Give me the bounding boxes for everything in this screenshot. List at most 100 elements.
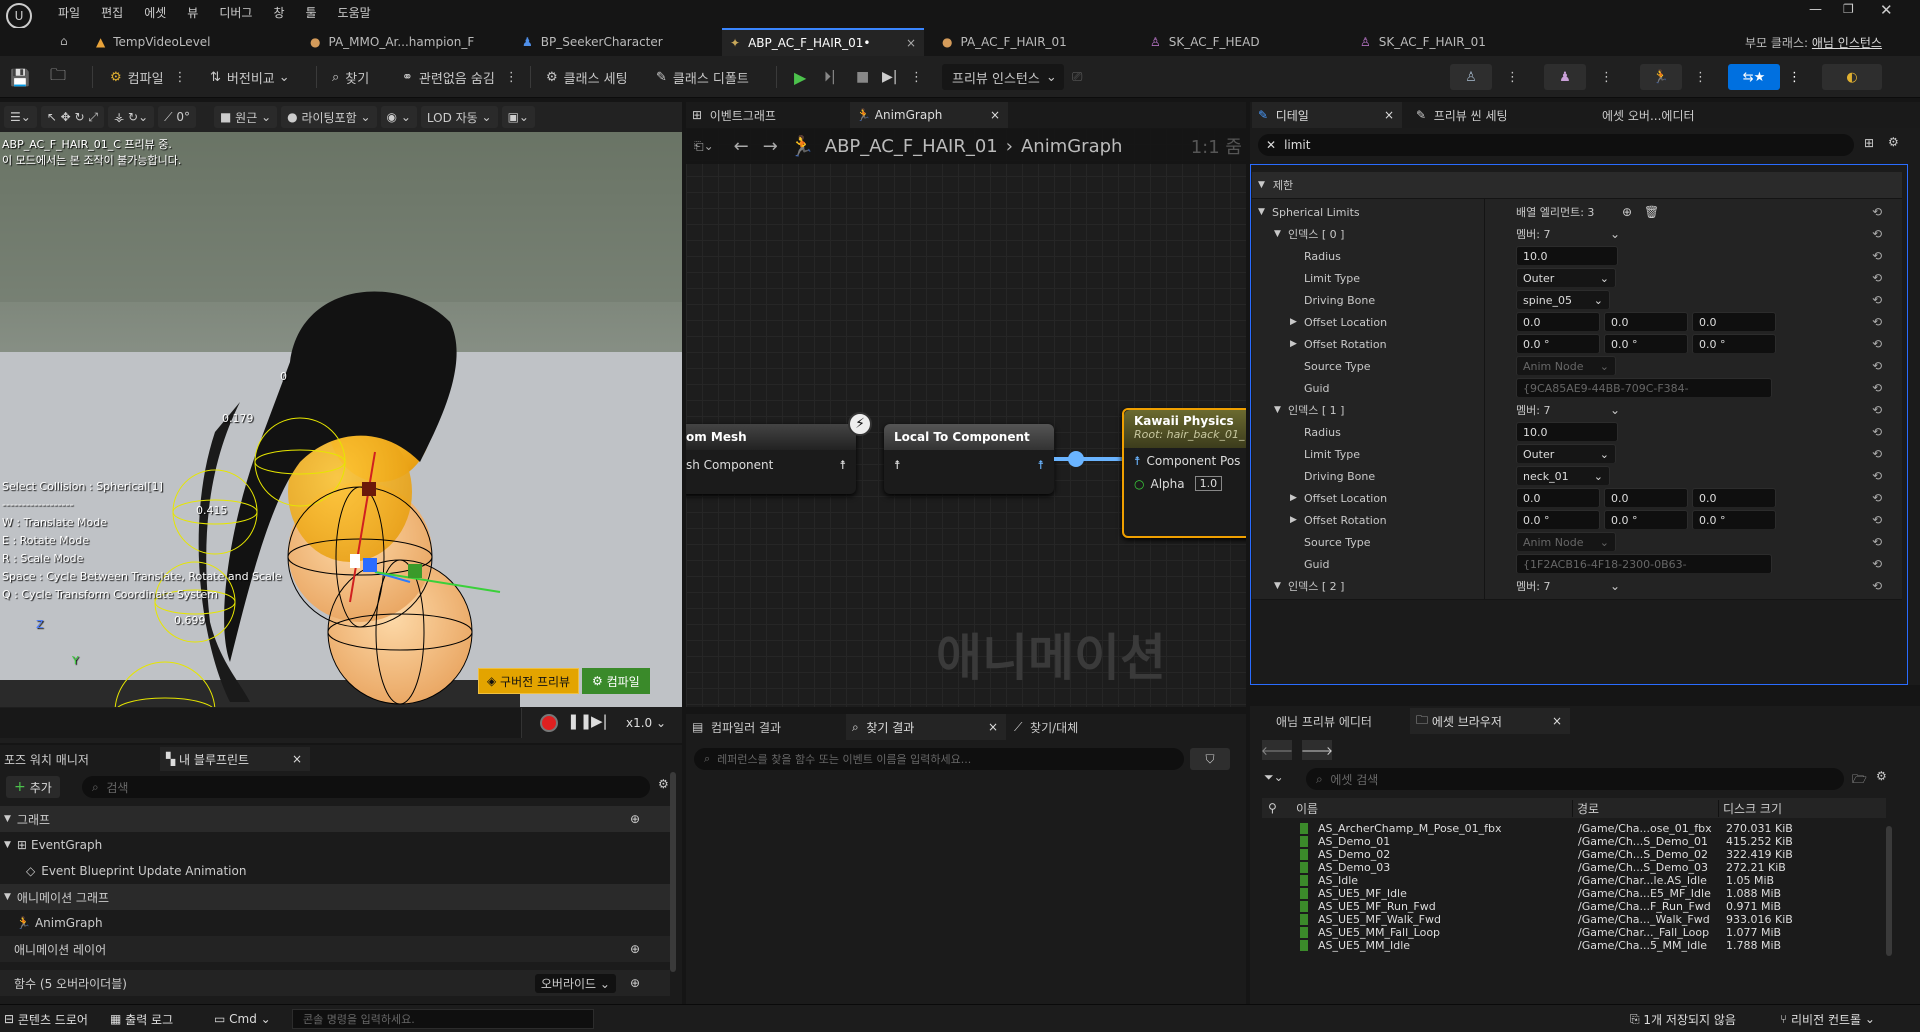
node-mesh-space[interactable]: om Mesh sh Component ☨ — [686, 424, 856, 494]
reset-icon[interactable]: ⟲ — [1872, 469, 1882, 483]
add-circle-icon[interactable]: ⊕ — [630, 812, 640, 826]
back-arrow-icon[interactable]: ← — [734, 136, 749, 157]
tab-my-blueprint[interactable]: ▚ 내 블루프린트 × — [160, 747, 310, 771]
scrollbar[interactable] — [670, 772, 676, 972]
tree-eventgraph[interactable]: ▼ ⊞ EventGraph — [0, 832, 670, 858]
offset-location-input[interactable]: 0.0 — [1604, 312, 1688, 332]
collapse-arrow-icon[interactable]: ▼ — [1258, 180, 1265, 190]
wire-reroute-icon[interactable] — [1068, 451, 1084, 467]
asset-row[interactable]: AS_Demo_02/Game/Ch...S_Demo_02 322.419 Ki… — [1262, 848, 1882, 861]
parent-class-link[interactable]: 애님 인스턴스 — [1812, 34, 1882, 51]
close-tab-icon[interactable]: × — [906, 36, 916, 50]
limit-type-dropdown[interactable]: Outer ⌄ — [1516, 444, 1616, 464]
offset-rotation-input[interactable]: 0.0 ° — [1692, 510, 1776, 530]
source-type-dropdown[interactable]: Anim Node ⌄ — [1516, 532, 1616, 552]
offset-location-input[interactable]: 0.0 — [1692, 488, 1776, 508]
asset-search-input[interactable]: ⌕ 에셋 검색 — [1306, 768, 1844, 790]
rotation-snap[interactable]: ⟋ 0° — [158, 106, 197, 128]
reset-icon[interactable]: ⟲ — [1872, 271, 1882, 285]
settings-gear-icon[interactable]: ⚙ — [1888, 135, 1899, 149]
tab-tempvideolevel[interactable]: ▲ TempVideoLevel — [96, 28, 211, 56]
reset-icon[interactable]: ⟲ — [1872, 447, 1882, 461]
source-type-dropdown[interactable]: Anim Node ⌄ — [1516, 356, 1616, 376]
override-dropdown[interactable]: 오버라이드 ⌄ — [534, 973, 616, 993]
col-name[interactable]: 이름 — [1296, 800, 1318, 817]
category-limits[interactable]: ▼ 제한 — [1252, 172, 1902, 199]
close-tab-icon[interactable]: × — [292, 752, 302, 766]
tab-pa-ac-hair[interactable]: ● PA_AC_F_HAIR_01 — [942, 28, 1067, 56]
save-icon[interactable]: 💾 — [10, 64, 30, 90]
compile-button[interactable]: ⚙ 컴파일 ⋮ — [110, 64, 187, 90]
reset-icon[interactable]: ⟲ — [1872, 425, 1882, 439]
expand-arrow-icon[interactable]: ▼ — [1258, 207, 1265, 217]
mybp-search-input[interactable]: ⌕ 검색 — [82, 776, 650, 798]
reset-icon[interactable]: ⟲ — [1872, 227, 1882, 241]
asset-row[interactable]: AS_Demo_03/Game/Ch...S_Demo_03 272.21 KiB — [1262, 861, 1882, 874]
lod-dropdown[interactable]: LOD 자동 ⌄ — [420, 106, 498, 128]
radius-input[interactable]: 10.0 — [1516, 422, 1618, 442]
bookmark-icon[interactable]: ⎗⌄ — [694, 139, 714, 154]
forward-arrow-icon[interactable]: 🡒 — [1301, 740, 1333, 760]
tab-pa-mmo[interactable]: ● PA_MMO_Ar...hampion_F — [310, 28, 474, 56]
offset-rotation-input[interactable]: 0.0 ° — [1604, 510, 1688, 530]
tab-sk-head[interactable]: ♙ SK_AC_F_HEAD — [1150, 28, 1260, 56]
delete-icon[interactable]: 🗑 — [1644, 205, 1659, 219]
tab-find-replace[interactable]: ⟋ 찾기/대체 — [1014, 714, 1078, 740]
radius-input[interactable]: 10.0 — [1516, 246, 1618, 266]
expand-arrow-icon[interactable]: ▼ — [1274, 405, 1281, 415]
tab-pose-watch[interactable]: 포즈 워치 매니저 — [4, 747, 89, 771]
breadcrumb[interactable]: ABP_AC_F_HAIR_01 — [825, 136, 998, 157]
stale-preview-badge[interactable]: ◈ 구버전 프리뷰 — [478, 668, 580, 694]
offset-location-input[interactable]: 0.0 — [1516, 488, 1600, 508]
close-tab-icon[interactable]: × — [1384, 108, 1394, 122]
clear-search-icon[interactable]: ✕ — [1266, 138, 1276, 152]
add-circle-icon[interactable]: ⊕ — [630, 976, 640, 990]
physics-mode-icon[interactable]: ◐ — [1822, 64, 1882, 90]
reset-icon[interactable]: ⟲ — [1872, 359, 1882, 373]
reset-icon[interactable]: ⟲ — [1872, 293, 1882, 307]
tab-preview-scene[interactable]: ✎ 프리뷰 씬 세팅 — [1416, 102, 1508, 128]
table-view-icon[interactable]: ⊞ — [1864, 136, 1874, 150]
minimize-icon[interactable]: — — [1809, 2, 1822, 17]
screen-icon[interactable]: ▣⌄ — [501, 106, 535, 128]
simulate-icon[interactable]: ▶| — [882, 64, 897, 90]
col-size[interactable]: 디스크 크기 — [1718, 799, 1782, 817]
binoculars-icon[interactable]: ⛉ — [1190, 748, 1230, 770]
class-defaults-button[interactable]: ✎ 클래스 디폴트 — [656, 64, 749, 90]
reset-icon[interactable]: ⟲ — [1872, 205, 1882, 219]
asset-row[interactable]: AS_UE5_MM_Idle/Game/Cha...5_MM_Idle 1.788… — [1262, 939, 1882, 952]
reset-icon[interactable]: ⟲ — [1872, 579, 1882, 593]
hide-unrelated-button[interactable]: ⚭ 관련없음 숨김 ⋮ — [402, 64, 518, 90]
playback-speed[interactable]: x1.0 ⌄ — [626, 716, 666, 730]
pose-pin-icon[interactable]: ☨ — [839, 458, 846, 472]
next-frame-icon[interactable]: ▶| — [591, 712, 608, 730]
add-button[interactable]: + 추가 — [6, 776, 60, 798]
tab-compiler-results[interactable]: ▤ 컴파일러 결과 — [692, 714, 781, 740]
node-local-to-component[interactable]: Local To Component ☨ ☨ — [884, 424, 1054, 494]
section-graphs[interactable]: ▼ 그래프 ⊕ — [0, 806, 670, 832]
forward-arrow-icon[interactable]: → — [763, 136, 778, 157]
browse-icon[interactable]: 🗀 — [50, 64, 66, 90]
float-pin-icon[interactable]: ○ — [1134, 477, 1144, 491]
menu-item[interactable]: 도움말 — [338, 4, 371, 21]
expand-arrow-icon[interactable]: ▼ — [1274, 581, 1281, 591]
folder-view-icon[interactable]: 🗁 — [1852, 770, 1867, 791]
stop-icon[interactable]: ■ — [856, 64, 869, 90]
expand-arrow-icon[interactable]: ▼ — [1274, 229, 1281, 239]
output-log-button[interactable]: ▦ 출력 로그 — [110, 1009, 173, 1029]
find-input[interactable]: ⌕ 레퍼런스를 찾을 함수 또는 이벤트 이름을 입력하세요... — [694, 748, 1184, 770]
section-functions[interactable]: 함수 (5 오버라이더블) 오버라이드 ⌄ ⊕ — [0, 970, 670, 996]
menu-item[interactable]: 파일 — [58, 4, 80, 21]
asset-row[interactable]: AS_ArcherChamp_M_Pose_01_fbx/Game/Cha...… — [1262, 822, 1882, 835]
reset-icon[interactable]: ⟲ — [1872, 381, 1882, 395]
close-tab-icon[interactable]: × — [990, 108, 1000, 122]
limit-type-dropdown[interactable]: Outer ⌄ — [1516, 268, 1616, 288]
menu-item[interactable]: 뷰 — [187, 4, 198, 21]
menu-item[interactable]: 에셋 — [144, 4, 166, 21]
tab-details[interactable]: ✎ 디테일 × — [1252, 102, 1402, 128]
section-anim-graphs[interactable]: ▼ 애니메이션 그래프 — [0, 884, 670, 910]
offset-rotation-input[interactable]: 0.0 ° — [1604, 334, 1688, 354]
offset-location-input[interactable]: 0.0 — [1516, 312, 1600, 332]
reset-icon[interactable]: ⟲ — [1872, 315, 1882, 329]
reset-icon[interactable]: ⟲ — [1872, 249, 1882, 263]
